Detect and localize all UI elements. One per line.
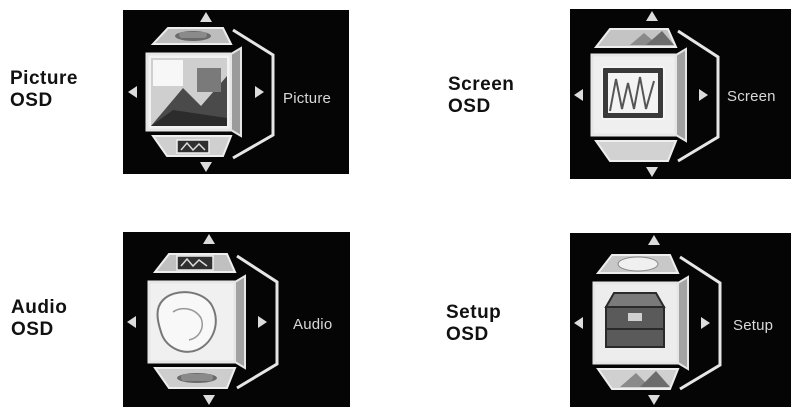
up-arrow-icon: [203, 234, 215, 244]
monitor-screen-icon: [601, 66, 665, 120]
left-arrow-icon: [128, 86, 137, 98]
cube-bottom-face: [594, 140, 678, 162]
up-arrow-icon: [648, 235, 660, 245]
down-arrow-icon: [203, 395, 215, 405]
up-arrow-icon: [200, 12, 212, 22]
setup-osd-label: Setup OSD: [446, 302, 501, 346]
screen-osd-label: Screen OSD: [448, 74, 514, 118]
audio-osd-label: Audio OSD: [11, 297, 67, 341]
screen-osd-screenshot: Screen: [570, 9, 791, 179]
down-arrow-icon: [646, 167, 658, 177]
left-arrow-icon: [574, 317, 583, 329]
setup-osd-label-line1: Setup: [446, 302, 502, 323]
picture-menu-text: Picture: [283, 90, 332, 107]
audio-menu-text: Audio: [293, 316, 333, 333]
toolbox-icon: [604, 292, 666, 348]
picture-osd-label-line2: OSD: [10, 90, 53, 111]
audio-osd-label-line1: Audio: [11, 297, 68, 318]
shell-icon: [617, 256, 659, 272]
right-arrow-icon: [699, 89, 708, 101]
right-arrow-icon: [701, 317, 710, 329]
cube-side-face: [677, 275, 689, 371]
setup-osd-label-line2: OSD: [446, 324, 489, 345]
cube-side-face: [675, 47, 687, 143]
picture-osd-label: Picture OSD: [10, 68, 78, 112]
screen-osd-label-line2: OSD: [448, 96, 491, 117]
audio-osd-screenshot: Audio: [123, 232, 350, 407]
picture-landscape-icon: [151, 58, 227, 126]
monitor-icon: [176, 139, 210, 154]
cube-side-face: [234, 274, 246, 370]
screen-menu-text: Screen: [727, 88, 776, 105]
left-arrow-icon: [127, 316, 136, 328]
audio-osd-label-line2: OSD: [11, 319, 54, 340]
cube-side-face: [230, 46, 242, 138]
setup-osd-screenshot: Setup: [570, 233, 791, 407]
gamepad-icon: [175, 31, 211, 41]
right-arrow-icon: [255, 86, 264, 98]
picture-osd-screenshot: Picture: [123, 10, 349, 174]
monitor-icon: [176, 255, 214, 271]
left-arrow-icon: [574, 89, 583, 101]
down-arrow-icon: [200, 162, 212, 172]
setup-menu-text: Setup: [733, 317, 774, 334]
down-arrow-icon: [648, 395, 660, 405]
screen-osd-label-line1: Screen: [448, 74, 515, 95]
right-arrow-icon: [258, 316, 267, 328]
picture-osd-label-line1: Picture: [10, 68, 78, 89]
gamepad-icon: [177, 373, 217, 383]
audio-shell-icon: [156, 291, 217, 353]
up-arrow-icon: [646, 11, 658, 21]
